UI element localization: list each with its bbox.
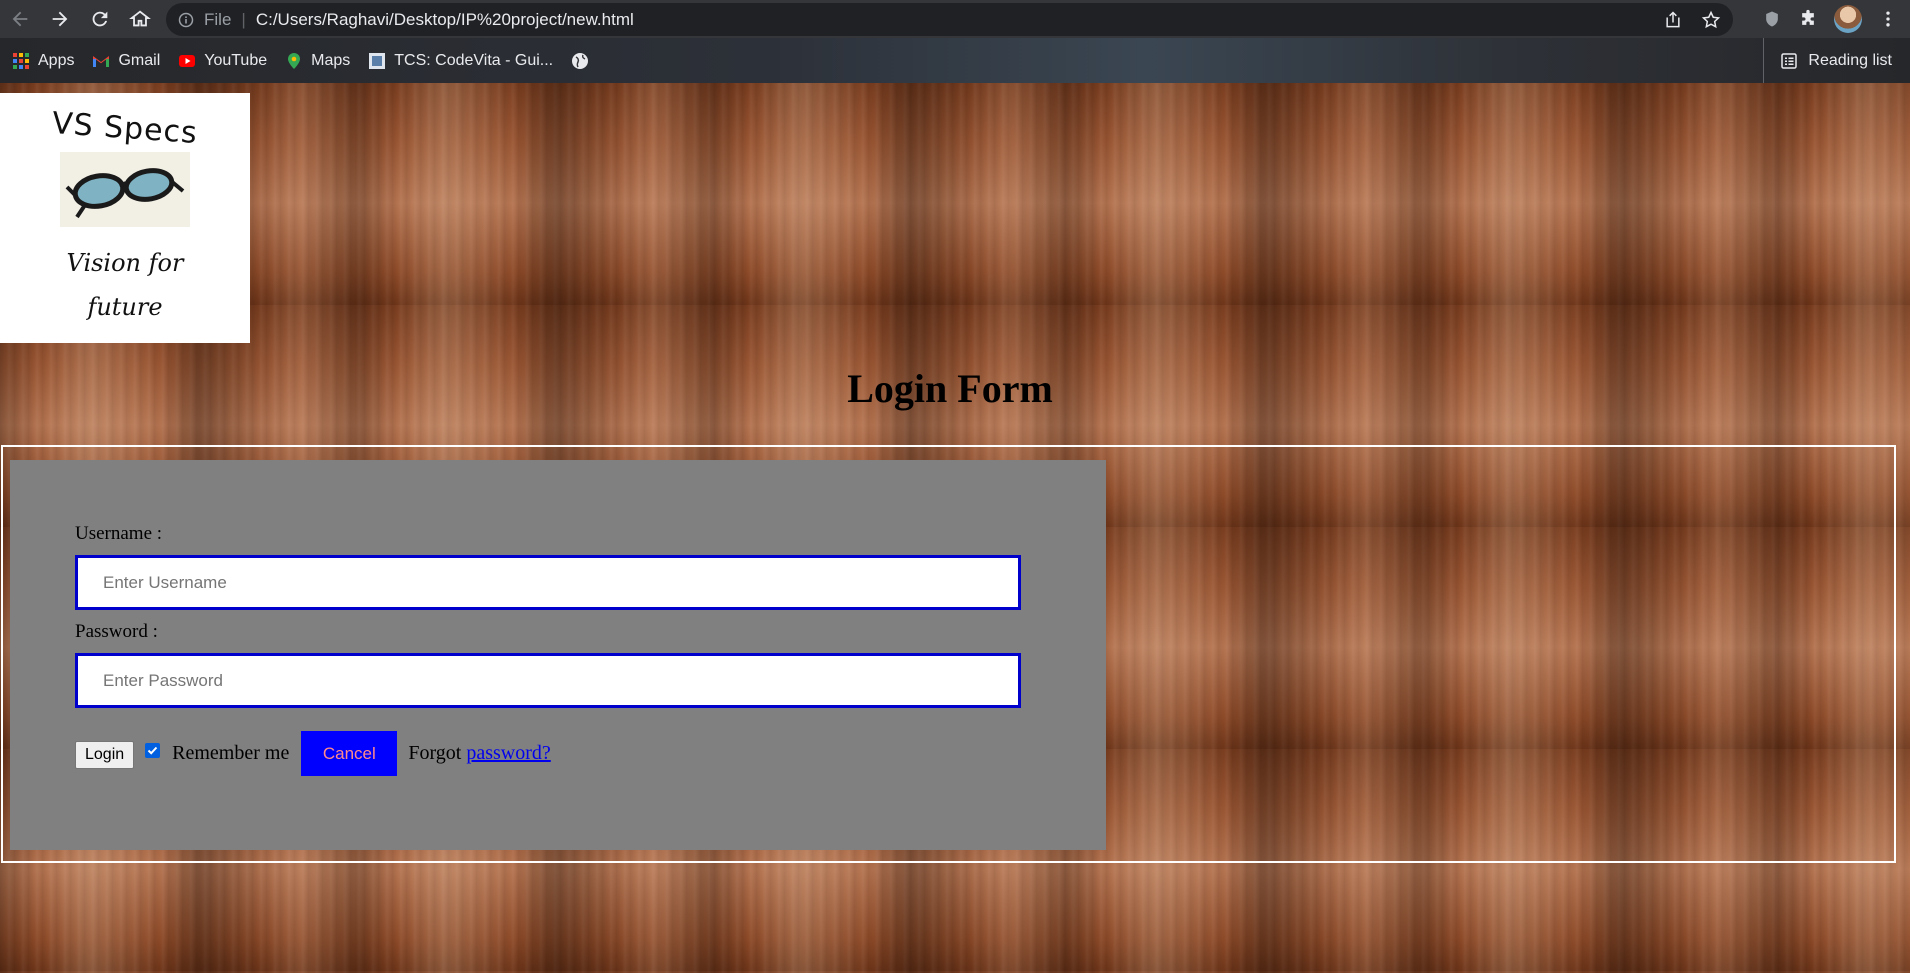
info-icon[interactable] [178, 12, 194, 28]
logo-tagline: Vision for future [66, 249, 184, 321]
back-button[interactable] [0, 0, 40, 38]
bookmark-codevita[interactable]: TCS: CodeVita - Gui... [368, 52, 553, 70]
apps-grid-icon [13, 52, 29, 69]
reading-list-label: Reading list [1808, 51, 1892, 69]
checkmark-icon [147, 746, 158, 755]
reload-icon [92, 11, 108, 27]
form-actions: Login Remember me Cancel Forgot password… [75, 731, 551, 776]
share-icon[interactable] [1663, 10, 1683, 30]
bookmark-label: Apps [38, 51, 75, 69]
glasses-icon [65, 167, 185, 218]
cancel-button[interactable]: Cancel [301, 731, 398, 776]
shield-extension-icon[interactable] [1762, 9, 1782, 29]
bookmark-youtube[interactable]: YouTube [178, 52, 267, 70]
back-arrow-icon [12, 11, 28, 27]
bookmark-label: Maps [311, 51, 351, 69]
home-button[interactable] [120, 0, 160, 38]
forward-button[interactable] [40, 0, 80, 38]
bookmark-apps[interactable]: Apps [12, 52, 74, 70]
browser-toolbar: File | C:/Users/Raghavi/Desktop/IP%20pro… [0, 0, 1910, 38]
logo-title: VS Specs [51, 105, 199, 152]
logo-glasses-image [60, 152, 190, 227]
page-title: Login Form [847, 366, 1053, 411]
bookmarks-bar: Apps Gmail YouTube Maps TCS: CodeVita - … [0, 38, 1910, 83]
remember-checkbox[interactable] [145, 743, 161, 758]
url-separator: | [241, 9, 246, 29]
home-icon [129, 10, 151, 27]
forward-arrow-icon [52, 11, 68, 27]
codevita-icon [369, 52, 386, 69]
password-label: Password : [75, 621, 158, 642]
bookmark-label: Gmail [118, 51, 161, 69]
username-label: Username : [75, 523, 163, 544]
reading-list-button[interactable]: Reading list [1763, 38, 1892, 83]
address-bar[interactable]: File | C:/Users/Raghavi/Desktop/IP%20pro… [166, 3, 1733, 36]
youtube-icon [179, 54, 196, 67]
globe-icon [572, 52, 589, 69]
url-text[interactable]: C:/Users/Raghavi/Desktop/IP%20project/ne… [256, 10, 634, 30]
forgot-text: Forgot [408, 742, 462, 764]
username-input[interactable]: Enter Username [75, 555, 1021, 610]
page-viewport: VS Specs Vision for future Login Form Us… [0, 83, 1910, 973]
reading-list-icon [1781, 52, 1798, 69]
bookmark-maps[interactable]: Maps [285, 52, 350, 70]
url-scheme: File [204, 9, 232, 29]
logo: VS Specs Vision for future [0, 93, 250, 343]
bookmark-label: TCS: CodeVita - Gui... [394, 51, 554, 69]
reload-button[interactable] [80, 0, 120, 38]
maps-icon [288, 52, 301, 69]
password-input[interactable]: Enter Password [75, 653, 1021, 708]
profile-avatar[interactable] [1834, 5, 1862, 33]
forgot-password-link[interactable]: password? [466, 742, 550, 765]
bookmark-star-icon[interactable] [1701, 10, 1721, 30]
extensions-puzzle-icon[interactable] [1798, 9, 1818, 29]
bookmark-label: YouTube [204, 51, 268, 69]
remember-label: Remember me [172, 742, 290, 764]
gmail-icon [93, 55, 110, 67]
login-button[interactable]: Login [75, 741, 135, 769]
bookmark-globe[interactable] [571, 52, 589, 70]
more-menu-icon[interactable] [1878, 9, 1898, 29]
bookmark-gmail[interactable]: Gmail [92, 52, 160, 70]
